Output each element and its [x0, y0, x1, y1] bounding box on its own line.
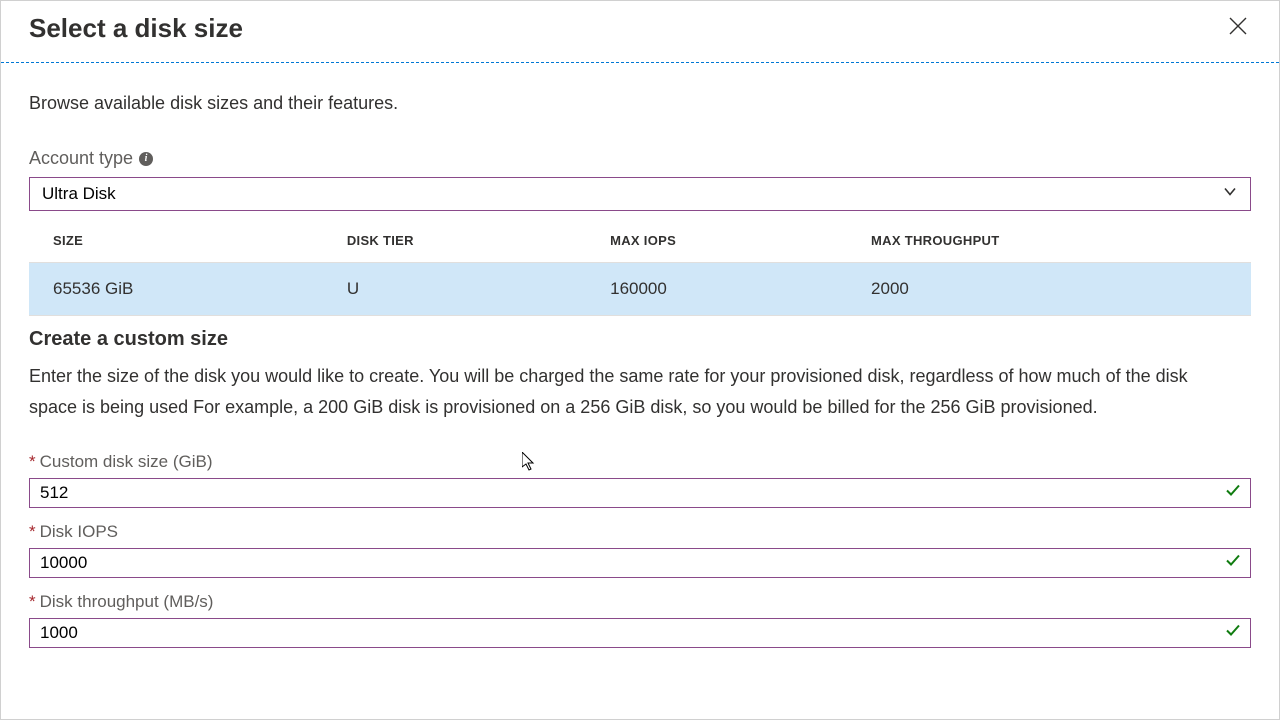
- cell-size: 65536 GiB: [29, 263, 323, 316]
- cell-iops: 160000: [586, 263, 847, 316]
- check-icon: [1225, 483, 1241, 504]
- close-icon: [1229, 17, 1247, 35]
- required-star: *: [29, 522, 36, 541]
- disk-throughput-label: *Disk throughput (MB/s): [29, 592, 1251, 612]
- dialog-title: Select a disk size: [29, 13, 243, 44]
- custom-size-heading: Create a custom size: [29, 328, 1251, 351]
- custom-disk-size-label: *Custom disk size (GiB): [29, 452, 1251, 472]
- required-star: *: [29, 592, 36, 611]
- intro-text: Browse available disk sizes and their fe…: [29, 93, 1251, 114]
- close-button[interactable]: [1225, 13, 1251, 43]
- disk-throughput-input[interactable]: [29, 618, 1251, 648]
- disk-iops-input[interactable]: [29, 548, 1251, 578]
- disk-size-table: SIZE DISK TIER MAX IOPS MAX THROUGHPUT 6…: [29, 219, 1251, 316]
- cell-throughput: 2000: [847, 263, 1251, 316]
- account-type-label: Account type i: [29, 148, 1251, 169]
- custom-size-description: Enter the size of the disk you would lik…: [29, 361, 1229, 422]
- info-icon[interactable]: i: [139, 152, 153, 166]
- disk-iops-label: *Disk IOPS: [29, 522, 1251, 542]
- required-star: *: [29, 452, 36, 471]
- col-tier[interactable]: DISK TIER: [323, 219, 586, 263]
- cell-tier: U: [323, 263, 586, 316]
- check-icon: [1225, 553, 1241, 574]
- account-type-label-text: Account type: [29, 148, 133, 169]
- table-row[interactable]: 65536 GiB U 160000 2000: [29, 263, 1251, 316]
- col-throughput[interactable]: MAX THROUGHPUT: [847, 219, 1251, 263]
- col-size[interactable]: SIZE: [29, 219, 323, 263]
- account-type-select[interactable]: [29, 177, 1251, 211]
- col-iops[interactable]: MAX IOPS: [586, 219, 847, 263]
- custom-disk-size-input[interactable]: [29, 478, 1251, 508]
- check-icon: [1225, 623, 1241, 644]
